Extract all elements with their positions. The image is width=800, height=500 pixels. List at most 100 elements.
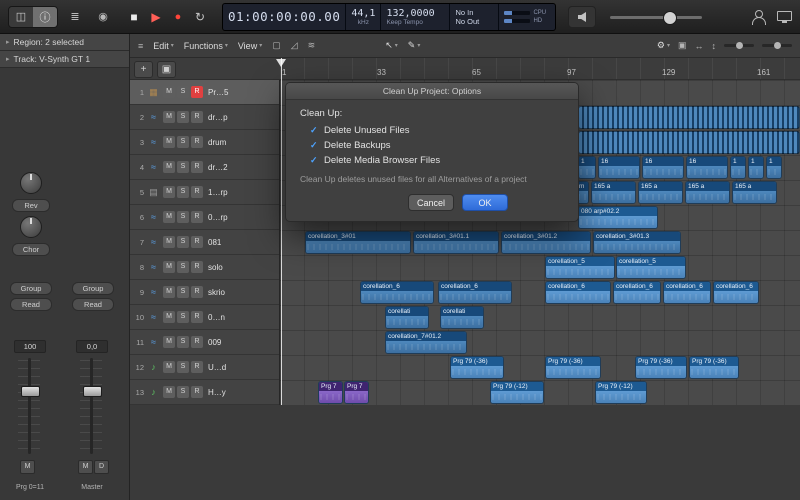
solo-button[interactable]: S (177, 136, 189, 148)
group-button-master[interactable]: Group (72, 282, 114, 295)
track-inspector-header[interactable]: ▸ Track: V-Synth GT 1 (0, 51, 129, 68)
region-corellation-6[interactable]: corellation_6 (545, 281, 611, 304)
region-inspector-header[interactable]: ▸ Region: 2 selected (0, 34, 129, 51)
region-corellati[interactable]: corellati (440, 306, 484, 329)
solo-button[interactable]: S (177, 286, 189, 298)
region-16[interactable]: 16 (642, 156, 684, 179)
record-enable-button[interactable]: R (191, 286, 203, 298)
stop-button[interactable]: ■ (124, 7, 144, 27)
region-corellation-3-01-3[interactable]: corellation_3#01.3 (593, 231, 681, 254)
master-fader[interactable] (78, 358, 104, 454)
track-header-8[interactable]: 8 ≈ M S Rsolo (130, 255, 279, 280)
region-prg-7[interactable]: Prg 7 (318, 381, 343, 404)
automation-mode-master[interactable]: Read (72, 298, 114, 311)
mute-button[interactable]: M (163, 236, 175, 248)
duplicate-track-button[interactable]: ▣ (157, 61, 176, 78)
region-165-a[interactable]: 165 a (732, 181, 777, 204)
mute-button[interactable]: M (163, 386, 175, 398)
solo-button[interactable]: S (177, 161, 189, 173)
solo-button[interactable]: S (177, 111, 189, 123)
play-button[interactable]: ▶ (146, 7, 166, 27)
functions-menu[interactable]: Functions ▾ (184, 41, 228, 51)
vertical-zoom-slider[interactable] (762, 42, 792, 49)
checkbox-delete-backups[interactable]: ✓ Delete Backups (300, 138, 564, 153)
cancel-button[interactable]: Cancel (408, 194, 454, 211)
track-header-10[interactable]: 10 ≈ M S R 0…n (130, 305, 279, 330)
user-icon-button[interactable] (750, 9, 766, 25)
region-1[interactable]: 1 (748, 156, 764, 179)
region-corellation-6[interactable]: corellation_6 (613, 281, 661, 304)
mute-button[interactable]: M (163, 111, 175, 123)
add-track-button[interactable]: + (134, 61, 153, 78)
horizontal-zoom-icon[interactable]: ↔ (695, 41, 704, 51)
solo-button[interactable]: S (177, 186, 189, 198)
solo-button[interactable]: S (177, 86, 189, 98)
solo-button[interactable]: S (177, 386, 189, 398)
solo-button[interactable]: S (177, 336, 189, 348)
dialog-title[interactable]: Clean Up Project: Options (286, 83, 578, 100)
checkbox-delete-media-browser-files[interactable]: ✓ Delete Media Browser Files (300, 153, 564, 168)
lcd-display[interactable]: 01:00:00:00.00 44,1 kHz 132,0000 Keep Te… (222, 2, 556, 31)
region-corellation-6[interactable]: corellation_6 (713, 281, 759, 304)
region-prg-79-36-[interactable]: Prg 79 (-36) (635, 356, 687, 379)
mute-button[interactable]: M (163, 161, 175, 173)
horizontal-zoom-slider[interactable] (724, 42, 754, 49)
record-enable-button[interactable]: R (191, 236, 203, 248)
record-enable-button[interactable]: R (191, 136, 203, 148)
region-080-arp-02-2[interactable]: 080 arp#02.2 (578, 206, 658, 229)
region-corellation-7-01-2[interactable]: corellation_7#01.2 (385, 331, 467, 354)
region-1[interactable]: 1 (730, 156, 746, 179)
region-prg-79-36-[interactable]: Prg 79 (-36) (450, 356, 504, 379)
bar-ruler[interactable]: 1 33 65 97 129 161 (280, 58, 800, 79)
channel-volume-value[interactable]: 100 (14, 340, 46, 353)
edit-menu[interactable]: Edit ▾ (153, 41, 174, 51)
region-1[interactable]: 1 (766, 156, 782, 179)
region-clip[interactable] (578, 106, 800, 129)
mute-button[interactable]: M (163, 311, 175, 323)
automation-mode-channel[interactable]: Read (10, 298, 52, 311)
record-enable-button[interactable]: R (191, 211, 203, 223)
marquee-tool-icon[interactable]: ▢ (272, 40, 281, 51)
alert-button[interactable] (568, 5, 596, 28)
mute-button[interactable]: M (163, 361, 175, 373)
region-165-a[interactable]: 165 a (591, 181, 636, 204)
region-corellation-6[interactable]: corellation_6 (360, 281, 434, 304)
record-enable-button[interactable]: R (191, 336, 203, 348)
region-1[interactable]: 1 (578, 156, 596, 179)
mute-button[interactable]: M (163, 261, 175, 273)
track-header-9[interactable]: 9 ≈ M S Rskrio (130, 280, 279, 305)
region-prg-79-12-[interactable]: Prg 79 (-12) (490, 381, 544, 404)
mixer-button[interactable]: ≣ (64, 7, 86, 27)
record-enable-button[interactable]: R (191, 161, 203, 173)
region-16[interactable]: 16 (598, 156, 640, 179)
secondary-tool-menu[interactable]: ✎ ▾ (408, 40, 421, 51)
reverb-knob[interactable] (20, 172, 42, 194)
solo-button[interactable]: S (177, 236, 189, 248)
region-corellation-5[interactable]: corellation_5 (545, 256, 615, 279)
master-fader-cap[interactable] (83, 386, 102, 397)
cycle-button[interactable]: ↻ (190, 7, 210, 27)
region-165-a[interactable]: 165 a (638, 181, 683, 204)
channel-mute-button[interactable]: M (20, 460, 35, 474)
chorus-knob[interactable] (20, 216, 42, 238)
region-prg-79-36-[interactable]: Prg 79 (-36) (689, 356, 739, 379)
region-corellati[interactable]: corellati (385, 306, 429, 329)
drag-mode-icon[interactable]: ≡ (138, 41, 143, 51)
fade-tool-icon[interactable]: ◿ (291, 40, 298, 51)
record-enable-button[interactable]: R (191, 386, 203, 398)
record-enable-button[interactable]: R (191, 186, 203, 198)
catch-playhead-icon[interactable]: ▣ (678, 40, 687, 51)
view-menu[interactable]: View ▾ (238, 41, 262, 51)
region-corellation-6[interactable]: corellation_6 (438, 281, 512, 304)
pointer-tool-menu[interactable]: ↖ ▾ (385, 40, 398, 51)
channel-fader-cap[interactable] (21, 386, 40, 397)
solo-button[interactable]: S (177, 261, 189, 273)
solo-button[interactable]: S (177, 361, 189, 373)
ok-button[interactable]: OK (462, 194, 508, 211)
mute-button[interactable]: M (163, 86, 175, 98)
master-dim-button[interactable]: D (94, 460, 109, 474)
mute-button[interactable]: M (163, 286, 175, 298)
region-corellation-3-01[interactable]: corellation_3#01 (305, 231, 411, 254)
vertical-zoom-icon[interactable]: ↕ (712, 41, 717, 51)
mute-button[interactable]: M (163, 211, 175, 223)
